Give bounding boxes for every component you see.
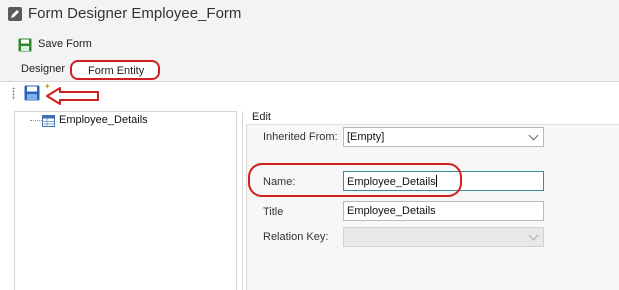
save-form-button[interactable]: Save Form — [38, 38, 92, 50]
title-bar: Form Designer Employee_Form — [0, 0, 619, 30]
tree-item-label: Employee_Details — [59, 114, 148, 126]
relation-key-select — [343, 227, 544, 247]
inherited-from-select[interactable]: [Empty] — [343, 127, 544, 147]
window-title: Form Designer Employee_Form — [28, 5, 242, 22]
tab-designer[interactable]: Designer — [21, 63, 65, 75]
tab-strip: Designer Form Entity — [0, 58, 619, 82]
table-icon — [42, 115, 55, 127]
inherited-from-label: Inherited From: — [263, 131, 338, 143]
title-field[interactable]: Employee_Details — [343, 201, 544, 221]
save-bar: Save Form — [0, 30, 619, 58]
annotation-oval — [248, 163, 462, 197]
form-designer-icon — [8, 7, 22, 21]
relation-key-label: Relation Key: — [263, 231, 329, 243]
toolbar-grip-icon[interactable] — [12, 87, 15, 100]
entity-tree: Employee_Details — [14, 111, 237, 290]
edit-group-label: Edit — [252, 111, 271, 123]
save-entity-icon[interactable] — [24, 85, 40, 101]
save-icon[interactable] — [18, 38, 32, 52]
title-label: Title — [263, 206, 284, 218]
pane-splitter[interactable] — [242, 111, 243, 290]
tab-form-entity[interactable]: Form Entity — [70, 60, 161, 80]
annotation-arrow-icon — [46, 87, 99, 105]
